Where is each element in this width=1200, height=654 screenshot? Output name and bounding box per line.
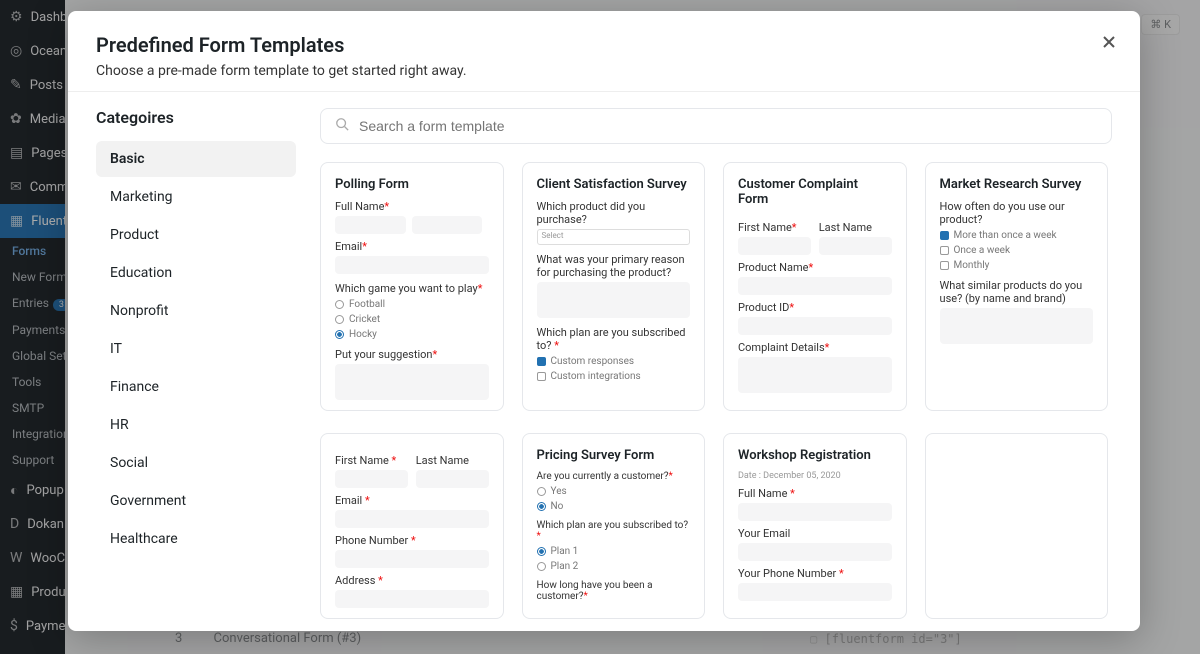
category-item[interactable]: HR [96, 407, 296, 443]
template-card-client-satisfaction[interactable]: Client Satisfaction Survey Which product… [522, 162, 706, 411]
template-card-polling[interactable]: Polling Form Full Name* Email* Which gam… [320, 162, 504, 411]
template-card-contact[interactable]: First Name * Last Name Email * Phone Num… [320, 433, 504, 619]
search-wrapper[interactable] [320, 108, 1112, 144]
template-card-workshop[interactable]: Workshop Registration Date : December 05… [723, 433, 907, 619]
template-card-complaint[interactable]: Customer Complaint Form First Name* Last… [723, 162, 907, 411]
category-item[interactable]: Basic [96, 141, 296, 177]
category-item[interactable]: Government [96, 483, 296, 519]
template-cards-grid: Polling Form Full Name* Email* Which gam… [320, 162, 1112, 631]
category-item[interactable]: Healthcare [96, 521, 296, 557]
template-card-placeholder[interactable] [925, 433, 1109, 619]
categories-title: Categoires [96, 108, 296, 127]
templates-column: Polling Form Full Name* Email* Which gam… [320, 108, 1112, 631]
modal-title: Predefined Form Templates [96, 33, 1112, 57]
template-card-pricing[interactable]: Pricing Survey Form Are you currently a … [522, 433, 706, 619]
category-item[interactable]: IT [96, 331, 296, 367]
search-icon [335, 117, 349, 135]
category-item[interactable]: Product [96, 217, 296, 253]
category-item[interactable]: Education [96, 255, 296, 291]
categories-column: Categoires BasicMarketingProductEducatio… [96, 108, 296, 631]
category-item[interactable]: Finance [96, 369, 296, 405]
category-item[interactable]: Nonprofit [96, 293, 296, 329]
search-input[interactable] [359, 118, 1097, 134]
modal-header: Predefined Form Templates Choose a pre-m… [68, 11, 1140, 92]
template-card-market-research[interactable]: Market Research Survey How often do you … [925, 162, 1109, 411]
category-item[interactable]: Marketing [96, 179, 296, 215]
template-modal: Predefined Form Templates Choose a pre-m… [68, 11, 1140, 631]
category-item[interactable]: Social [96, 445, 296, 481]
close-icon[interactable] [1100, 33, 1118, 55]
modal-subtitle: Choose a pre-made form template to get s… [96, 63, 1112, 79]
